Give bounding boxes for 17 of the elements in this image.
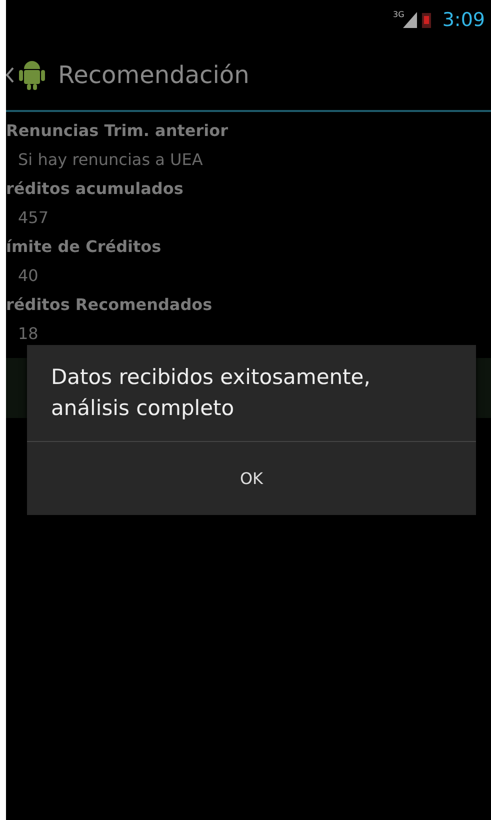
field-label: Renuncias Trim. anterior [6, 120, 229, 142]
field-value: 40 [17, 265, 40, 287]
status-time: 3:09 [442, 9, 485, 31]
field-value: 457 [17, 207, 50, 229]
back-icon[interactable] [6, 67, 14, 83]
battery-icon [422, 12, 432, 28]
ok-button[interactable]: OK [27, 442, 476, 515]
robot-icon[interactable] [18, 59, 46, 91]
signal-icon [403, 12, 418, 28]
field-label: réditos Recomendados [6, 294, 214, 316]
field-value: Si hay renuncias a UEA [17, 149, 204, 171]
field-label: réditos acumulados [6, 178, 184, 200]
network-type: 3G [393, 10, 404, 19]
field-value: 18 [17, 323, 40, 345]
screen-title: Recomendación [58, 61, 250, 89]
dialog-message: Datos recibidos exitosamente, análisis completo [50, 364, 372, 422]
field-label: ímite de Créditos [6, 236, 162, 258]
